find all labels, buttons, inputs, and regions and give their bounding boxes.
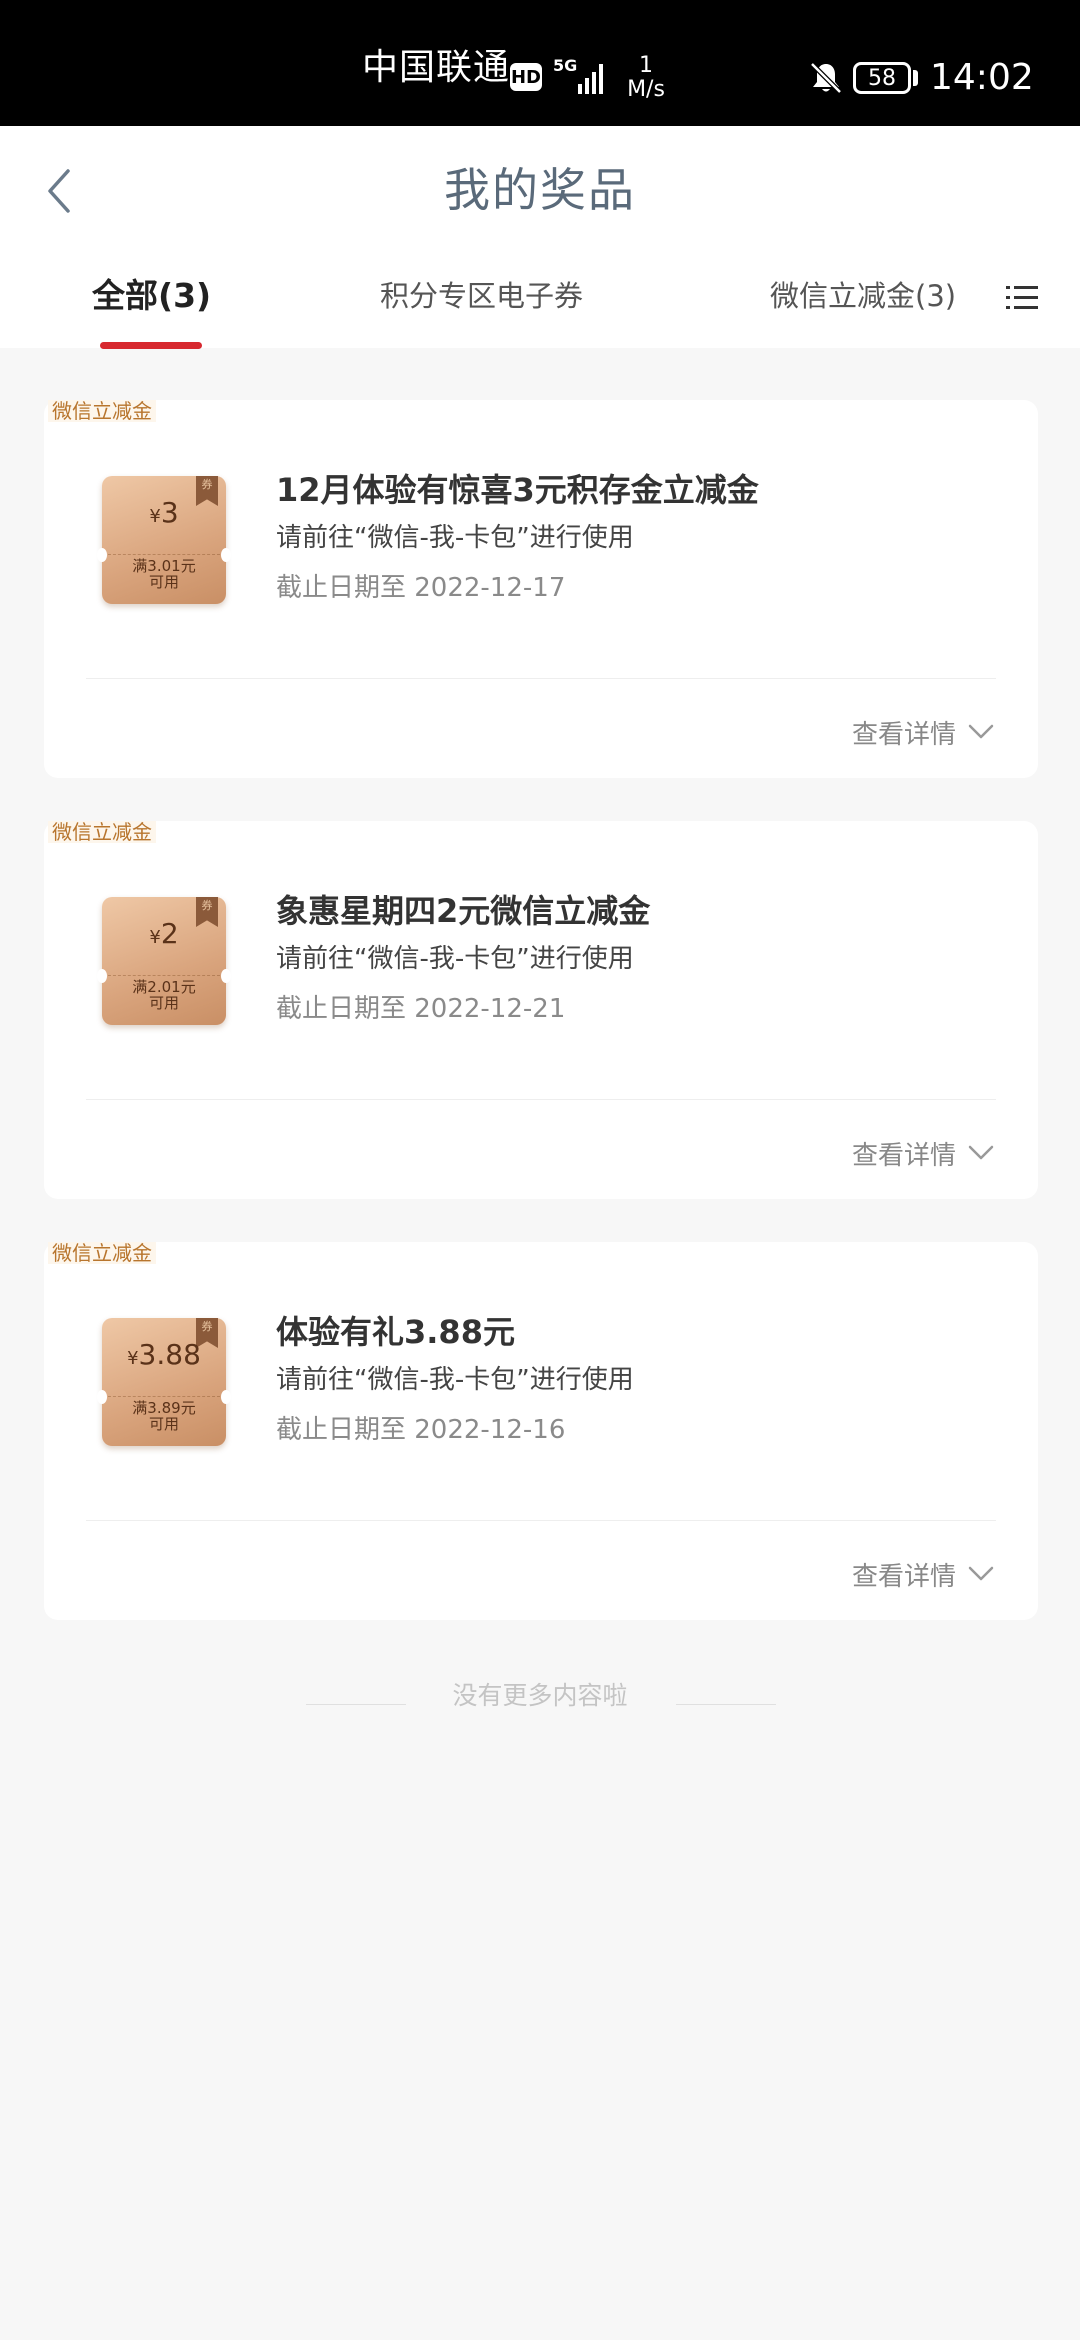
amount-value: 2	[160, 917, 179, 950]
coupon-condition: 满3.01元 可用	[102, 558, 226, 590]
network-type: 5G	[553, 56, 578, 75]
view-details-button[interactable]: 查看详情	[852, 1133, 994, 1173]
coupon-graphic: 券 ¥3.88 满3.89元 可用	[97, 1318, 231, 1446]
coupon-graphic: 券 ¥2 满2.01元 可用	[97, 897, 231, 1025]
tab-points-coupons[interactable]: 积分专区电子券	[380, 266, 583, 348]
currency-symbol: ¥	[127, 1348, 139, 1369]
currency-symbol: ¥	[149, 927, 161, 948]
coupon-condition: 满2.01元 可用	[102, 979, 226, 1011]
network-speed: 1 M/s	[620, 54, 672, 102]
prize-card: 微信立减金 券 ¥3.88 满3.89元 可用 体验有礼3.88元 请前往“微信…	[44, 1242, 1038, 1620]
view-details-label: 查看详情	[851, 1561, 956, 1592]
signal-icon	[578, 64, 603, 94]
divider-line	[676, 1704, 776, 1705]
prize-type-tag: 微信立减金	[48, 821, 156, 843]
condition-line: 满2.01元	[132, 978, 196, 996]
page-title: 我的奖品	[444, 163, 636, 217]
page-header: 我的奖品 全部(3) 积分专区电子券 微信立减金(3)	[0, 126, 1080, 348]
chevron-down-icon	[968, 1566, 994, 1581]
tab-all[interactable]: 全部(3)	[92, 266, 211, 348]
view-details-label: 查看详情	[851, 1140, 956, 1171]
active-tab-indicator	[100, 342, 202, 349]
chevron-down-icon	[968, 724, 994, 739]
prize-title: 体验有礼3.88元	[276, 1313, 515, 1351]
condition-line: 可用	[148, 994, 179, 1012]
prize-card: 微信立减金 券 ¥2 满2.01元 可用 象惠星期四2元微信立减金 请前往“微信…	[44, 821, 1038, 1199]
prize-deadline: 截止日期至 2022-12-16	[276, 1415, 566, 1445]
tab-bar: 全部(3) 积分专区电子券 微信立减金(3)	[0, 266, 1080, 348]
prize-usage: 请前往“微信-我-卡包”进行使用	[276, 944, 634, 974]
end-of-list-note: 没有更多内容啦	[0, 1680, 1080, 1720]
amount-value: 3.88	[138, 1338, 201, 1371]
condition-line: 满3.01元	[132, 557, 196, 575]
chevron-down-icon	[968, 1145, 994, 1160]
bell-off-icon	[810, 62, 842, 94]
coupon-amount: ¥2	[102, 917, 226, 955]
card-divider	[86, 678, 996, 679]
end-of-list-text: 没有更多内容啦	[452, 1681, 628, 1710]
prize-type-tag: 微信立减金	[48, 400, 156, 422]
condition-line: 可用	[148, 1415, 179, 1433]
battery-indicator: 58	[853, 62, 911, 94]
coupon-graphic: 券 ¥3 满3.01元 可用	[97, 476, 231, 604]
coupon-divider	[108, 975, 220, 976]
clock: 14:02	[930, 57, 1034, 98]
speed-value: 1	[639, 53, 653, 78]
card-divider	[86, 1520, 996, 1521]
coupon-amount: ¥3	[102, 496, 226, 534]
condition-line: 满3.89元	[132, 1399, 196, 1417]
coupon-divider	[108, 1396, 220, 1397]
prize-usage: 请前往“微信-我-卡包”进行使用	[276, 523, 634, 553]
hd-badge: HD	[510, 63, 542, 91]
prize-type-tag: 微信立减金	[48, 1242, 156, 1264]
battery-level: 58	[868, 65, 896, 91]
status-bar: 中国联通 HD 5G 1 M/s 58 14:02	[0, 0, 1080, 126]
view-details-button[interactable]: 查看详情	[852, 1554, 994, 1594]
amount-value: 3	[160, 496, 179, 529]
prize-title: 12月体验有惊喜3元积存金立减金	[276, 471, 759, 509]
tab-wechat-discount[interactable]: 微信立减金(3)	[770, 266, 956, 348]
prize-deadline: 截止日期至 2022-12-21	[276, 994, 566, 1024]
condition-line: 可用	[148, 573, 179, 591]
view-details-label: 查看详情	[851, 719, 956, 750]
divider-line	[306, 1704, 406, 1705]
prize-card: 微信立减金 券 ¥3 满3.01元 可用 12月体验有惊喜3元积存金立减金 请前…	[44, 400, 1038, 778]
card-divider	[86, 1099, 996, 1100]
prize-title: 象惠星期四2元微信立减金	[276, 892, 651, 930]
speed-unit: M/s	[627, 77, 665, 102]
coupon-divider	[108, 554, 220, 555]
battery-tip	[913, 70, 918, 86]
list-menu-icon[interactable]	[1004, 280, 1040, 316]
currency-symbol: ¥	[149, 506, 161, 527]
carrier-name: 中国联通	[362, 47, 511, 88]
view-details-button[interactable]: 查看详情	[852, 712, 994, 752]
prize-deadline: 截止日期至 2022-12-17	[276, 573, 566, 603]
coupon-amount: ¥3.88	[102, 1338, 226, 1376]
coupon-condition: 满3.89元 可用	[102, 1400, 226, 1432]
prize-usage: 请前往“微信-我-卡包”进行使用	[276, 1365, 634, 1395]
